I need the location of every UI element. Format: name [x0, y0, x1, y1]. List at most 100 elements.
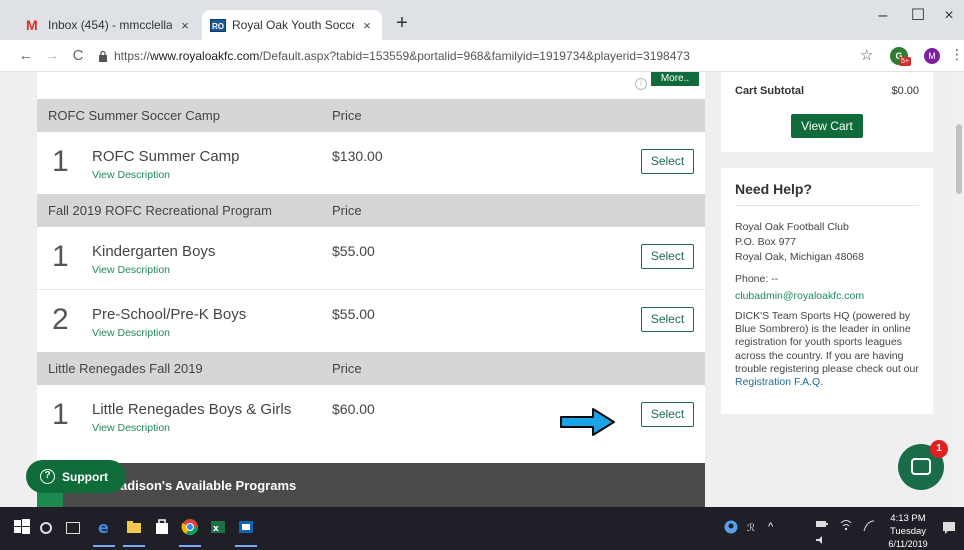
item-title: ROFC Summer Camp — [92, 148, 240, 165]
info-icon[interactable]: i — [635, 78, 647, 90]
outlook-icon[interactable] — [237, 518, 255, 536]
profile-avatar[interactable]: M — [924, 48, 940, 64]
section-price-header: Price — [332, 203, 362, 218]
view-description-link[interactable]: View Description — [92, 422, 170, 434]
battery-icon[interactable] — [815, 518, 829, 530]
tab-label: Royal Oak Youth Soccer Associat — [232, 18, 354, 32]
chat-notification-badge: 1 — [930, 440, 948, 458]
active-indicator — [123, 545, 145, 547]
program-item: 1 Kindergarten Boys View Description $55… — [37, 227, 705, 289]
action-center-icon[interactable] — [942, 521, 956, 535]
support-label: Support — [62, 469, 108, 484]
gmail-icon: M — [26, 16, 38, 33]
view-description-link[interactable]: View Description — [92, 327, 170, 339]
volume-icon[interactable] — [815, 535, 827, 545]
section-price-header: Price — [332, 361, 362, 376]
ro-favicon-icon: RO — [210, 18, 226, 32]
url-text: https://www.royaloakfc.com/Default.aspx?… — [114, 49, 690, 63]
program-item: 2 Pre-School/Pre-K Boys View Description… — [37, 289, 705, 351]
club-address: Royal Oak Football Club P.O. Box 977 Roy… — [735, 220, 864, 265]
section-header: Fall 2019 ROFC Recreational Program Pric… — [37, 194, 705, 227]
section-price-header: Price — [332, 108, 362, 123]
programs-card: i More.. ROFC Summer Soccer Camp Price 1… — [37, 72, 705, 507]
maximize-button[interactable]: ☐ — [903, 4, 933, 30]
scrollbar-thumb[interactable] — [956, 124, 962, 194]
support-button[interactable]: ? Support — [26, 460, 126, 493]
wifi-icon[interactable] — [839, 518, 853, 532]
pen-workspace-icon[interactable]: ℛ — [746, 520, 760, 534]
browser-titlebar: M Inbox (454) - mmcclellan@roysa × RO Ro… — [0, 0, 964, 40]
address-line: Royal Oak Football Club — [735, 221, 849, 233]
reload-button[interactable]: C — [68, 46, 88, 66]
svg-text:x: x — [213, 524, 219, 534]
extension-badge: 5+ — [899, 57, 911, 66]
active-indicator — [179, 545, 201, 547]
excel-icon[interactable]: x — [209, 518, 227, 536]
lock-icon — [99, 50, 107, 62]
search-icon[interactable] — [40, 522, 52, 534]
cart-card: Cart Subtotal $0.00 View Cart — [721, 72, 933, 152]
pointer-arrow-icon — [560, 408, 615, 436]
active-indicator — [93, 545, 115, 547]
chat-launcher-button[interactable]: 1 — [898, 440, 948, 490]
cart-subtotal-label: Cart Subtotal — [735, 85, 805, 97]
club-email-link[interactable]: clubadmin@royaloakfc.com — [735, 290, 864, 302]
section-name: Little Renegades Fall 2019 — [48, 361, 203, 376]
address-bar[interactable]: https://www.royaloakfc.com/Default.aspx?… — [98, 44, 878, 68]
item-price: $55.00 — [332, 306, 375, 322]
forward-button[interactable]: → — [42, 46, 62, 66]
svg-text:e: e — [98, 518, 109, 536]
select-button[interactable]: Select — [641, 402, 694, 427]
tab-gmail-inbox[interactable]: M Inbox (454) - mmcclellan@roysa × — [18, 10, 200, 40]
clock-date[interactable]: 6/11/2019 — [884, 539, 932, 549]
help-title: Need Help? — [735, 181, 813, 197]
tab-close-icon[interactable]: × — [178, 18, 192, 33]
back-button[interactable]: ← — [16, 46, 36, 66]
file-explorer-icon[interactable] — [125, 518, 143, 536]
view-description-link[interactable]: View Description — [92, 169, 170, 181]
item-price: $60.00 — [332, 401, 375, 417]
item-number: 1 — [52, 240, 69, 273]
item-title: Kindergarten Boys — [92, 243, 216, 260]
club-phone: Phone: -- — [735, 273, 779, 285]
select-button[interactable]: Select — [641, 149, 694, 174]
select-button[interactable]: Select — [641, 244, 694, 269]
edge-icon[interactable]: e — [95, 518, 113, 536]
item-title: Little Renegades Boys & Girls — [92, 401, 292, 418]
divider — [735, 205, 919, 206]
store-icon[interactable] — [153, 518, 171, 536]
more-button[interactable]: More.. — [651, 72, 699, 86]
item-number: 1 — [52, 398, 69, 431]
tray-chevron-icon[interactable]: ^ — [768, 521, 773, 533]
new-tab-button[interactable]: + — [390, 12, 414, 36]
item-title: Pre-School/Pre-K Boys — [92, 306, 247, 323]
item-price: $55.00 — [332, 243, 375, 259]
active-indicator — [235, 545, 257, 547]
browser-menu-icon[interactable]: ⋮ — [950, 46, 964, 63]
faq-link[interactable]: Registration F.A.Q. — [735, 376, 823, 388]
help-card: Need Help? Royal Oak Football Club P.O. … — [721, 168, 933, 414]
windows-start-icon[interactable] — [13, 518, 31, 536]
bookmark-star-icon[interactable]: ☆ — [860, 46, 873, 64]
tab-close-icon[interactable]: × — [360, 18, 374, 33]
page-viewport: i More.. ROFC Summer Soccer Camp Price 1… — [0, 72, 964, 507]
window-close-button[interactable]: × — [934, 4, 964, 30]
minimize-button[interactable]: – — [868, 4, 898, 30]
touch-keyboard-icon[interactable] — [862, 519, 876, 533]
chat-bubble-icon — [911, 458, 931, 475]
item-number: 2 — [52, 303, 69, 336]
item-number: 1 — [52, 145, 69, 178]
select-button[interactable]: Select — [641, 307, 694, 332]
tab-label: Inbox (454) - mmcclellan@roysa — [48, 18, 172, 32]
clock-time[interactable]: 4:13 PM — [888, 513, 928, 524]
clock-day[interactable]: Tuesday — [888, 526, 928, 537]
view-cart-button[interactable]: View Cart — [791, 114, 863, 138]
section-header: Little Renegades Fall 2019 Price — [37, 352, 705, 385]
chrome-icon[interactable] — [181, 518, 199, 536]
section-name: Fall 2019 ROFC Recreational Program — [48, 203, 272, 218]
task-view-icon[interactable] — [66, 522, 80, 534]
tab-royal-oak[interactable]: RO Royal Oak Youth Soccer Associat × — [202, 10, 382, 40]
available-programs-bar: adison's Available Programs — [37, 463, 705, 507]
view-description-link[interactable]: View Description — [92, 264, 170, 276]
people-icon[interactable] — [724, 520, 738, 534]
